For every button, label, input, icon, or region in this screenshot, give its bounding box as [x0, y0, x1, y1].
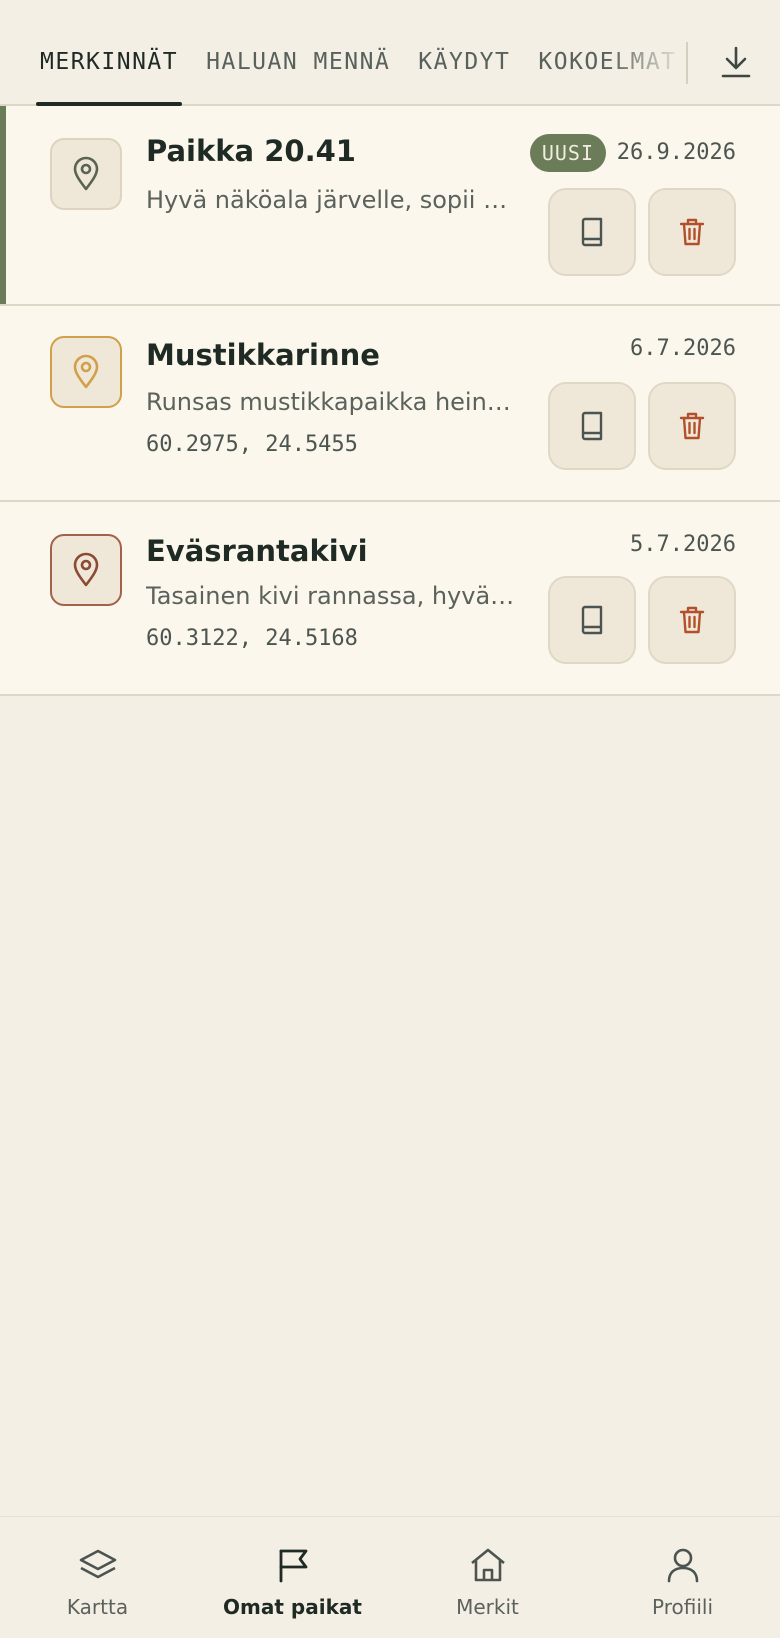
delete-button[interactable] [648, 382, 736, 470]
place-description: Tasainen kivi rannassa, hyvä p... [146, 582, 516, 610]
place-description: Hyvä näköala järvelle, sopii e... [146, 186, 516, 214]
tab-merkinnat[interactable]: MERKINNÄT [36, 0, 183, 106]
list-item[interactable]: Mustikkarinne Runsas mustikkapaikka hein… [0, 306, 780, 502]
place-coordinates: 60.2975, 24.5455 [146, 432, 358, 457]
nav-kartta[interactable]: Kartta [0, 1517, 195, 1638]
trash-icon [679, 412, 705, 440]
nav-merkit[interactable]: Merkit [390, 1517, 585, 1638]
tab-haluan-menna[interactable]: HALUAN MENNÄ [202, 0, 394, 106]
place-pin [50, 336, 122, 408]
place-pin [50, 138, 122, 210]
map-pin-icon [73, 552, 99, 587]
places-list: Paikka 20.41 Hyvä näköala järvelle, sopi… [0, 106, 780, 696]
nav-label: Profiili [652, 1595, 713, 1619]
place-title: Paikka 20.41 [146, 134, 356, 168]
flag-icon [271, 1545, 315, 1585]
list-item[interactable]: Paikka 20.41 Hyvä näköala järvelle, sopi… [0, 106, 780, 306]
nav-label: Kartta [66, 1595, 129, 1619]
place-title: Eväsrantakivi [146, 534, 368, 568]
place-date: 26.9.2026 [616, 140, 736, 165]
tab-divider [686, 42, 688, 84]
nav-omat-paikat[interactable]: Omat paikat [195, 1517, 390, 1638]
place-coordinates: 60.3122, 24.5168 [146, 626, 358, 651]
tab-kaydyt[interactable]: KÄYDYT [414, 0, 514, 106]
place-description: Runsas mustikkapaikka heinä... [146, 388, 516, 416]
nav-label: Merkit [456, 1595, 519, 1619]
new-badge: UUSI [529, 134, 606, 172]
place-title: Mustikkarinne [146, 338, 380, 372]
tab-kokoelmat[interactable]: KOKOELMAT [534, 0, 680, 106]
book-icon [581, 605, 603, 635]
delete-button[interactable] [648, 576, 736, 664]
tab-bar: MERKINNÄT HALUAN MENNÄ KÄYDYT KOKOELMAT [0, 0, 780, 106]
place-pin [50, 534, 122, 606]
trash-icon [679, 606, 705, 634]
journal-button[interactable] [548, 188, 636, 276]
nav-label: Omat paikat [223, 1595, 362, 1619]
place-date: 5.7.2026 [630, 532, 736, 557]
journal-button[interactable] [548, 576, 636, 664]
nav-profiili[interactable]: Profiili [585, 1517, 780, 1638]
delete-button[interactable] [648, 188, 736, 276]
bottom-navigation: Kartta Omat paikat Merkit Profiili [0, 1516, 780, 1638]
book-icon [581, 411, 603, 441]
place-date: 6.7.2026 [630, 336, 736, 361]
map-pin-icon [73, 156, 99, 191]
layers-icon [76, 1545, 120, 1585]
journal-button[interactable] [548, 382, 636, 470]
home-icon [466, 1545, 510, 1585]
map-pin-icon [73, 354, 99, 389]
book-icon [581, 217, 603, 247]
download-button[interactable] [716, 40, 756, 84]
trash-icon [679, 218, 705, 246]
list-item[interactable]: Eväsrantakivi Tasainen kivi rannassa, hy… [0, 502, 780, 696]
download-icon [721, 46, 751, 78]
tabs-scroller[interactable]: MERKINNÄT HALUAN MENNÄ KÄYDYT KOKOELMAT [36, 0, 686, 106]
user-icon [661, 1545, 705, 1585]
app: MERKINNÄT HALUAN MENNÄ KÄYDYT KOKOELMAT Pai… [0, 0, 780, 1638]
